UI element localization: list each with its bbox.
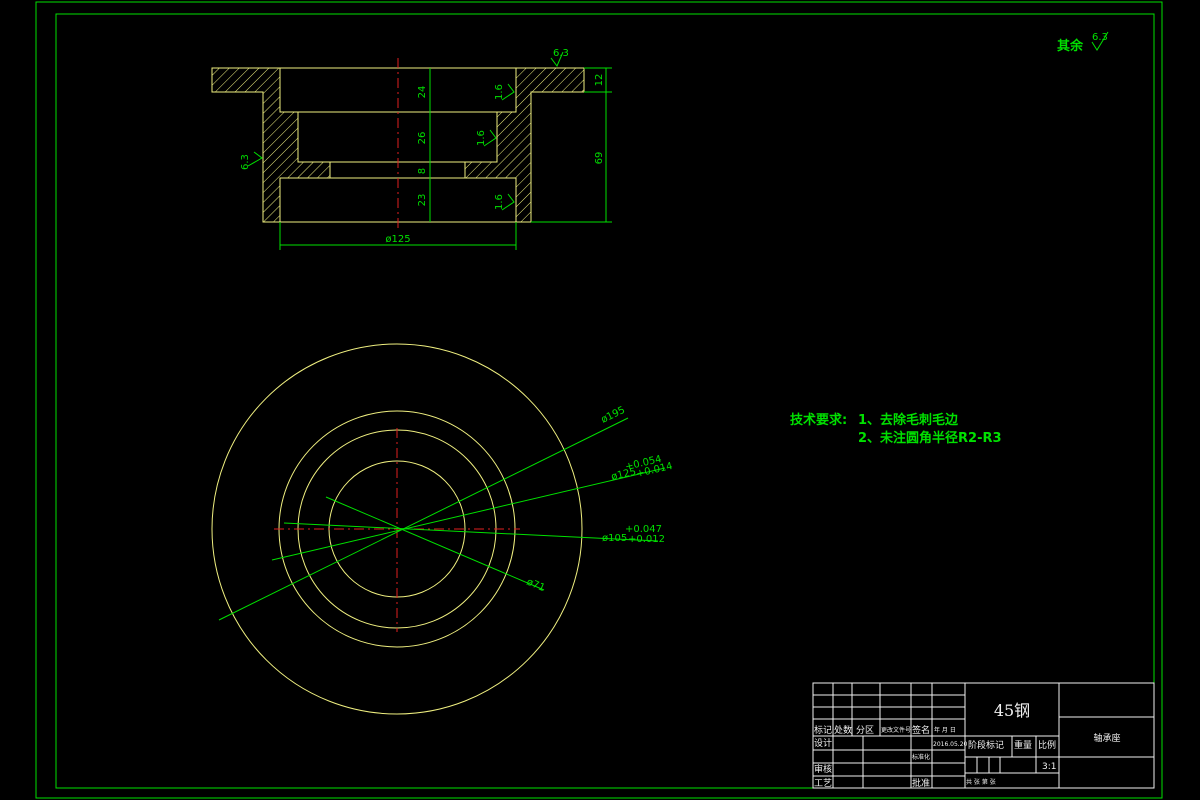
weight-label: 重量	[1014, 739, 1032, 751]
tech-item-2: 2、未注圆角半径R2-R3	[858, 430, 1002, 446]
finish-symbol-top: 6.3	[550, 48, 569, 67]
title-block: 45钢 轴承座 标记 处数 分区 更改文件号 签名 年 月 日 设计 2016.…	[812, 682, 1155, 789]
dim-h3: 8	[417, 168, 428, 174]
tech-item-1: 1、去除毛刺毛边	[858, 412, 959, 428]
leader-71	[325, 496, 545, 591]
header-doc-no: 更改文件号	[881, 726, 911, 734]
standardize-label: 标准化	[912, 753, 930, 761]
sheet-count: 共 张 第 张	[966, 778, 996, 786]
finish-symbol-left: 6.3	[240, 151, 263, 170]
header-mark: 标记	[814, 724, 832, 736]
drawing-canvas: 24 26 8 23 12 69 ø125 6.3 6.3 1.6 1.6 1.…	[35, 1, 1163, 799]
svg-text:6.3: 6.3	[240, 154, 251, 170]
left-section-hatch	[211, 67, 331, 223]
dim-d105-tol-low: +0.012	[628, 534, 665, 545]
approve-label: 批准	[912, 777, 930, 789]
dim-d71: ø71	[525, 577, 547, 594]
process-label: 工艺	[814, 778, 832, 789]
tech-title: 技术要求:	[790, 412, 847, 428]
scale-label: 比例	[1038, 739, 1056, 751]
svg-text:1.6: 1.6	[494, 84, 505, 100]
leader-195	[218, 417, 629, 621]
dim-width: ø125	[385, 234, 410, 245]
header-zone: 分区	[856, 725, 874, 736]
section-view: 24 26 8 23 12 69 ø125 6.3 6.3 1.6 1.6 1.…	[211, 48, 612, 250]
front-view: ø195 ø125 +0.054 +0.014 ø105 +0.047 +0.0…	[211, 343, 674, 715]
design-date: 2016.05.20	[933, 741, 968, 748]
rest-finish-label: 其余	[1057, 38, 1084, 54]
tech-requirements: 技术要求: 1、去除毛刺毛边 2、未注圆角半径R2-R3	[790, 412, 1002, 446]
header-sign: 签名	[912, 724, 930, 736]
finish-symbol-bore1: 1.6	[494, 83, 515, 101]
part-name: 轴承座	[1093, 732, 1120, 744]
dim-h1: 24	[417, 86, 428, 99]
dim-flange: 12	[594, 74, 605, 87]
material: 45钢	[994, 701, 1030, 720]
header-count: 处数	[834, 724, 852, 736]
svg-text:1.6: 1.6	[494, 194, 505, 210]
finish-symbol-bore2: 1.6	[476, 129, 497, 147]
outer-border	[35, 1, 1163, 799]
design-label: 设计	[814, 737, 832, 749]
dim-d105: ø105	[602, 533, 627, 544]
review-label: 审核	[814, 763, 832, 775]
scale-value: 3:1	[1042, 762, 1056, 772]
header-date: 年 月 日	[934, 726, 956, 734]
dim-h2: 26	[417, 132, 428, 145]
dim-total: 69	[594, 152, 605, 165]
svg-text:6.3: 6.3	[553, 48, 569, 59]
inner-border	[55, 13, 1155, 789]
stage-mark-label: 阶段标记	[968, 739, 1004, 751]
dim-d195: ø195	[599, 405, 626, 426]
svg-text:1.6: 1.6	[476, 130, 487, 146]
dim-h4: 23	[417, 194, 428, 207]
rest-finish-note: 其余 6.3	[1057, 31, 1109, 54]
finish-symbol-bore3: 1.6	[494, 193, 515, 211]
rest-finish-value: 6.3	[1092, 32, 1108, 43]
